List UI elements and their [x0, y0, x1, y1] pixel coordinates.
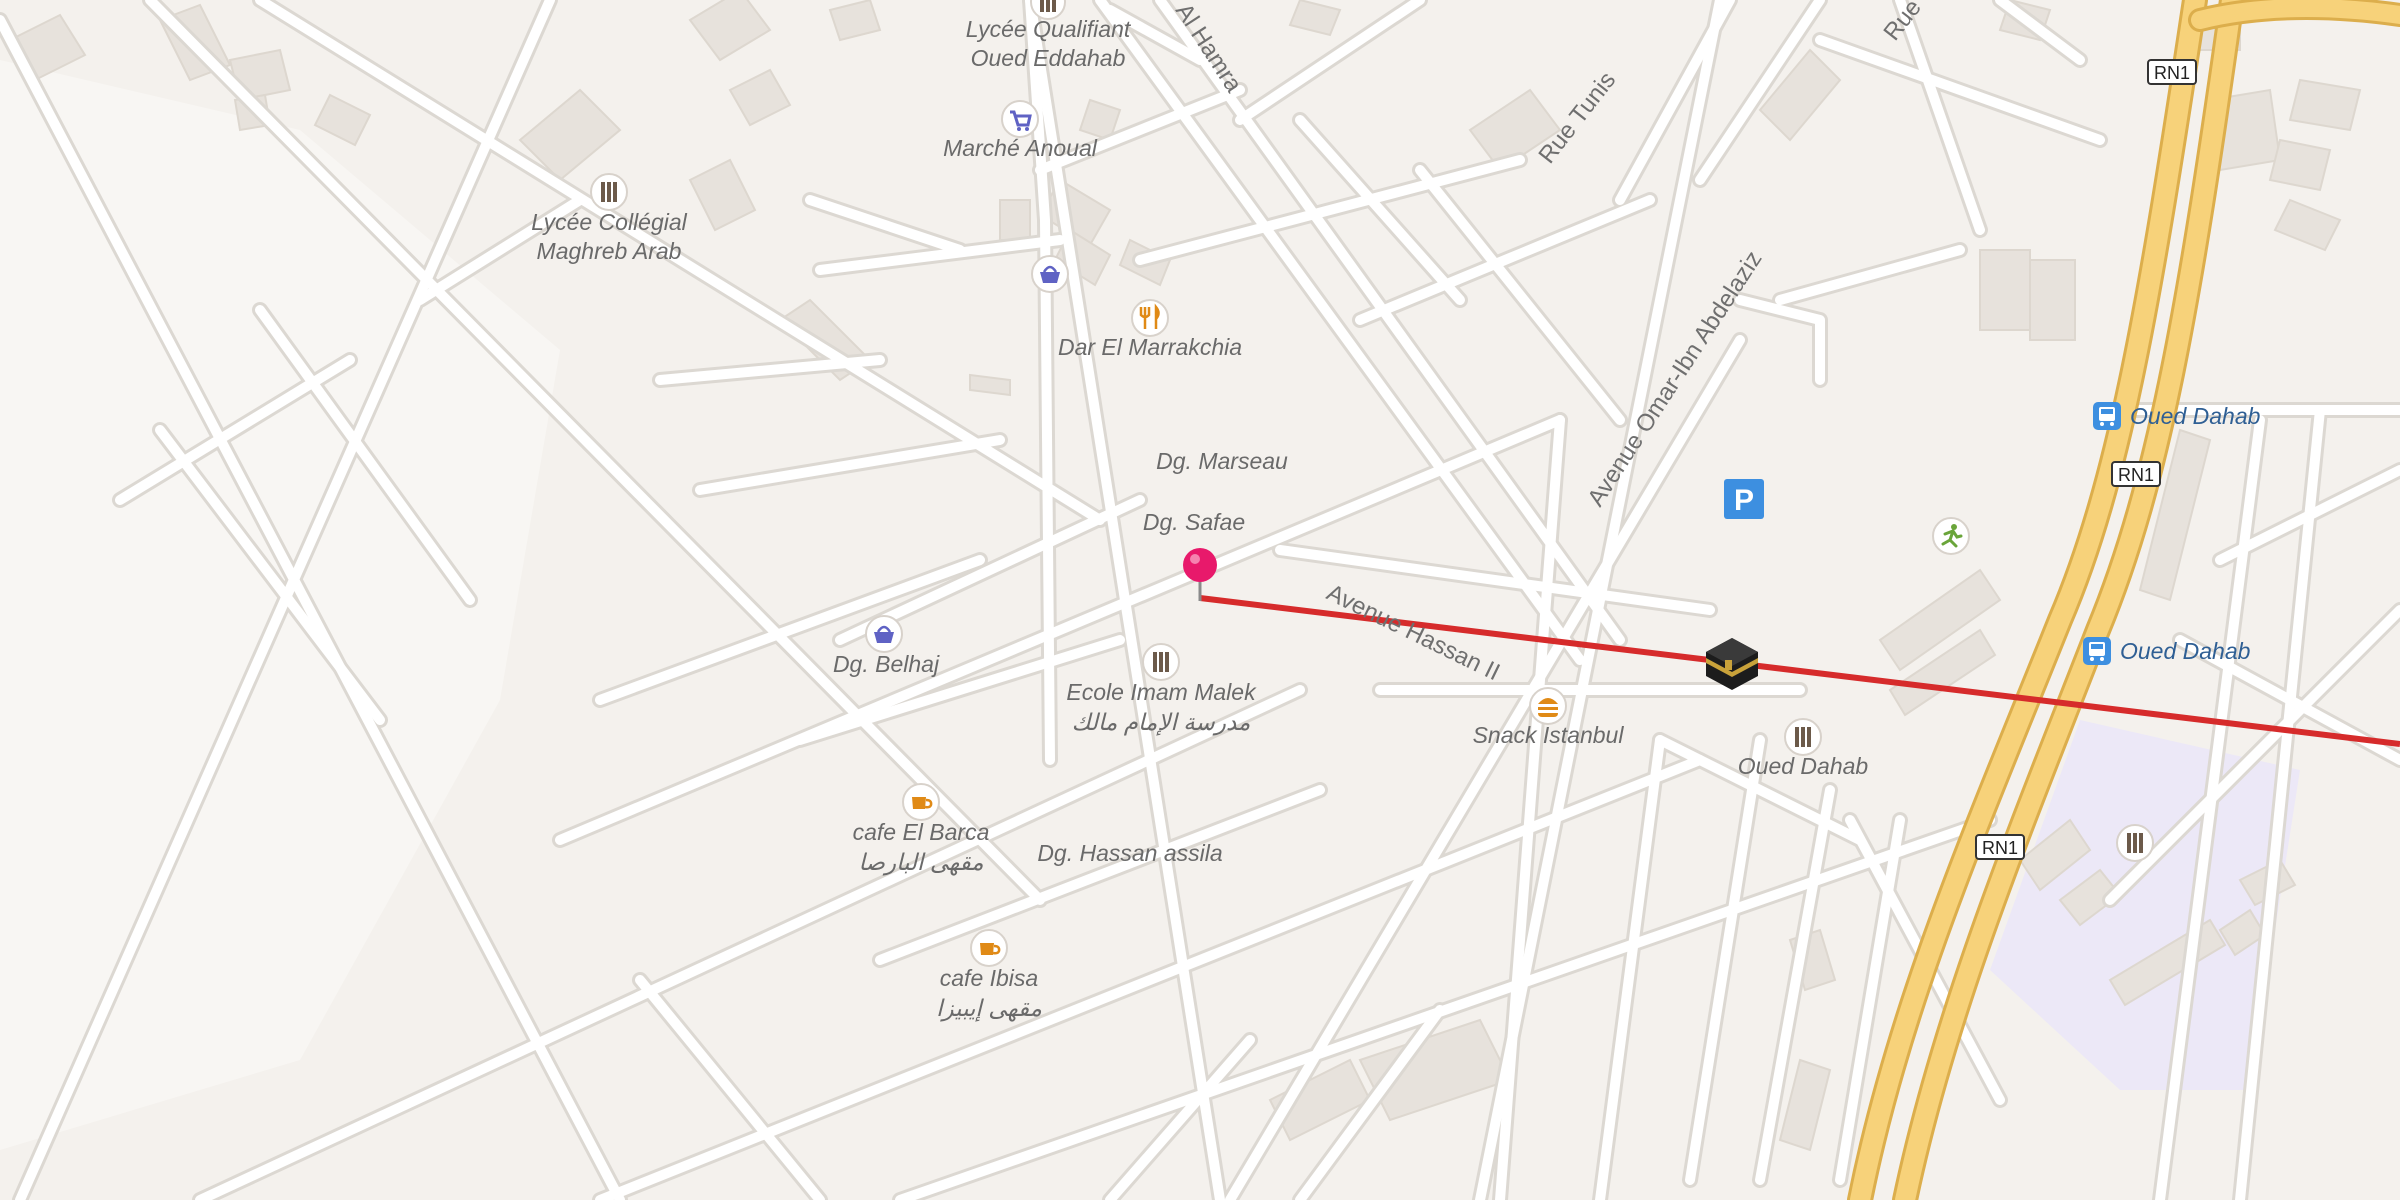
- parking-label: P: [1734, 484, 1754, 517]
- poi-label-dg-safae: Dg. Safae: [1143, 509, 1245, 535]
- poi-label: Lycée Collégial: [531, 209, 687, 235]
- bus-stop-icon: [2093, 402, 2121, 430]
- poi-label: Maghreb Arab: [537, 238, 682, 264]
- poi-label: Dg. Belhaj: [833, 651, 940, 677]
- poi-label: مقهى إيبيزا: [936, 995, 1042, 1022]
- poi-school-grounds[interactable]: [2116, 824, 2154, 862]
- poi-label: مدرسة الإمام مالك: [1072, 709, 1251, 736]
- poi-label: cafe El Barca: [853, 819, 990, 845]
- poi-shop-basket[interactable]: [1031, 255, 1069, 293]
- road-shield: RN1: [2111, 461, 2161, 487]
- running-person-icon: [1932, 517, 1970, 555]
- bus-stop-label: Oued Dahab: [2120, 638, 2251, 664]
- poi-label: مقهى البارصا: [858, 849, 983, 876]
- coffee-cup-icon: [902, 783, 940, 821]
- shopping-basket-icon: [1031, 255, 1069, 293]
- road-shield-label: RN1: [2154, 63, 2190, 83]
- burger-icon: [1529, 687, 1567, 725]
- school-icon: [2116, 824, 2154, 862]
- bus-stop-icon: [2083, 637, 2111, 665]
- road-shield-label: RN1: [1982, 838, 2018, 858]
- poi-label-dg-hassan-assila: Dg. Hassan assila: [1037, 840, 1222, 866]
- poi-label: Dar El Marrakchia: [1058, 334, 1242, 360]
- coffee-cup-icon: [970, 929, 1008, 967]
- bus-stop-label: Oued Dahab: [2130, 403, 2261, 429]
- poi-label: cafe Ibisa: [940, 965, 1038, 991]
- poi-label: Ecole Imam Malek: [1066, 679, 1257, 705]
- poi-label-dg-marseau: Dg. Marseau: [1156, 448, 1288, 474]
- poi-label: Lycée Qualifiant: [966, 16, 1132, 42]
- bus-stop-oued-dahab-south[interactable]: Oued Dahab: [2083, 637, 2251, 665]
- map-canvas[interactable]: Avenue Hassan II Avenue Omar-Ibn Abdelaz…: [0, 0, 2400, 1200]
- poi-label: Snack Istanbul: [1473, 722, 1625, 748]
- shopping-cart-icon: [1001, 100, 1039, 138]
- poi-sport[interactable]: [1932, 517, 1970, 555]
- restaurant-icon: [1131, 299, 1169, 337]
- poi-label: Oued Dahab: [1738, 753, 1869, 779]
- shopping-basket-icon: [865, 615, 903, 653]
- poi-label: Oued Eddahab: [971, 45, 1126, 71]
- parking-marker[interactable]: P: [1724, 479, 1764, 519]
- road-shield: RN1: [1975, 834, 2025, 860]
- poi-label: Marché Anoual: [943, 135, 1098, 161]
- road-shield: RN1: [2147, 59, 2197, 85]
- bus-stop-oued-dahab-north[interactable]: Oued Dahab: [2093, 402, 2261, 430]
- road-shield-label: RN1: [2118, 465, 2154, 485]
- school-icon: [1142, 643, 1180, 681]
- school-icon: [1784, 718, 1822, 756]
- school-icon: [590, 173, 628, 211]
